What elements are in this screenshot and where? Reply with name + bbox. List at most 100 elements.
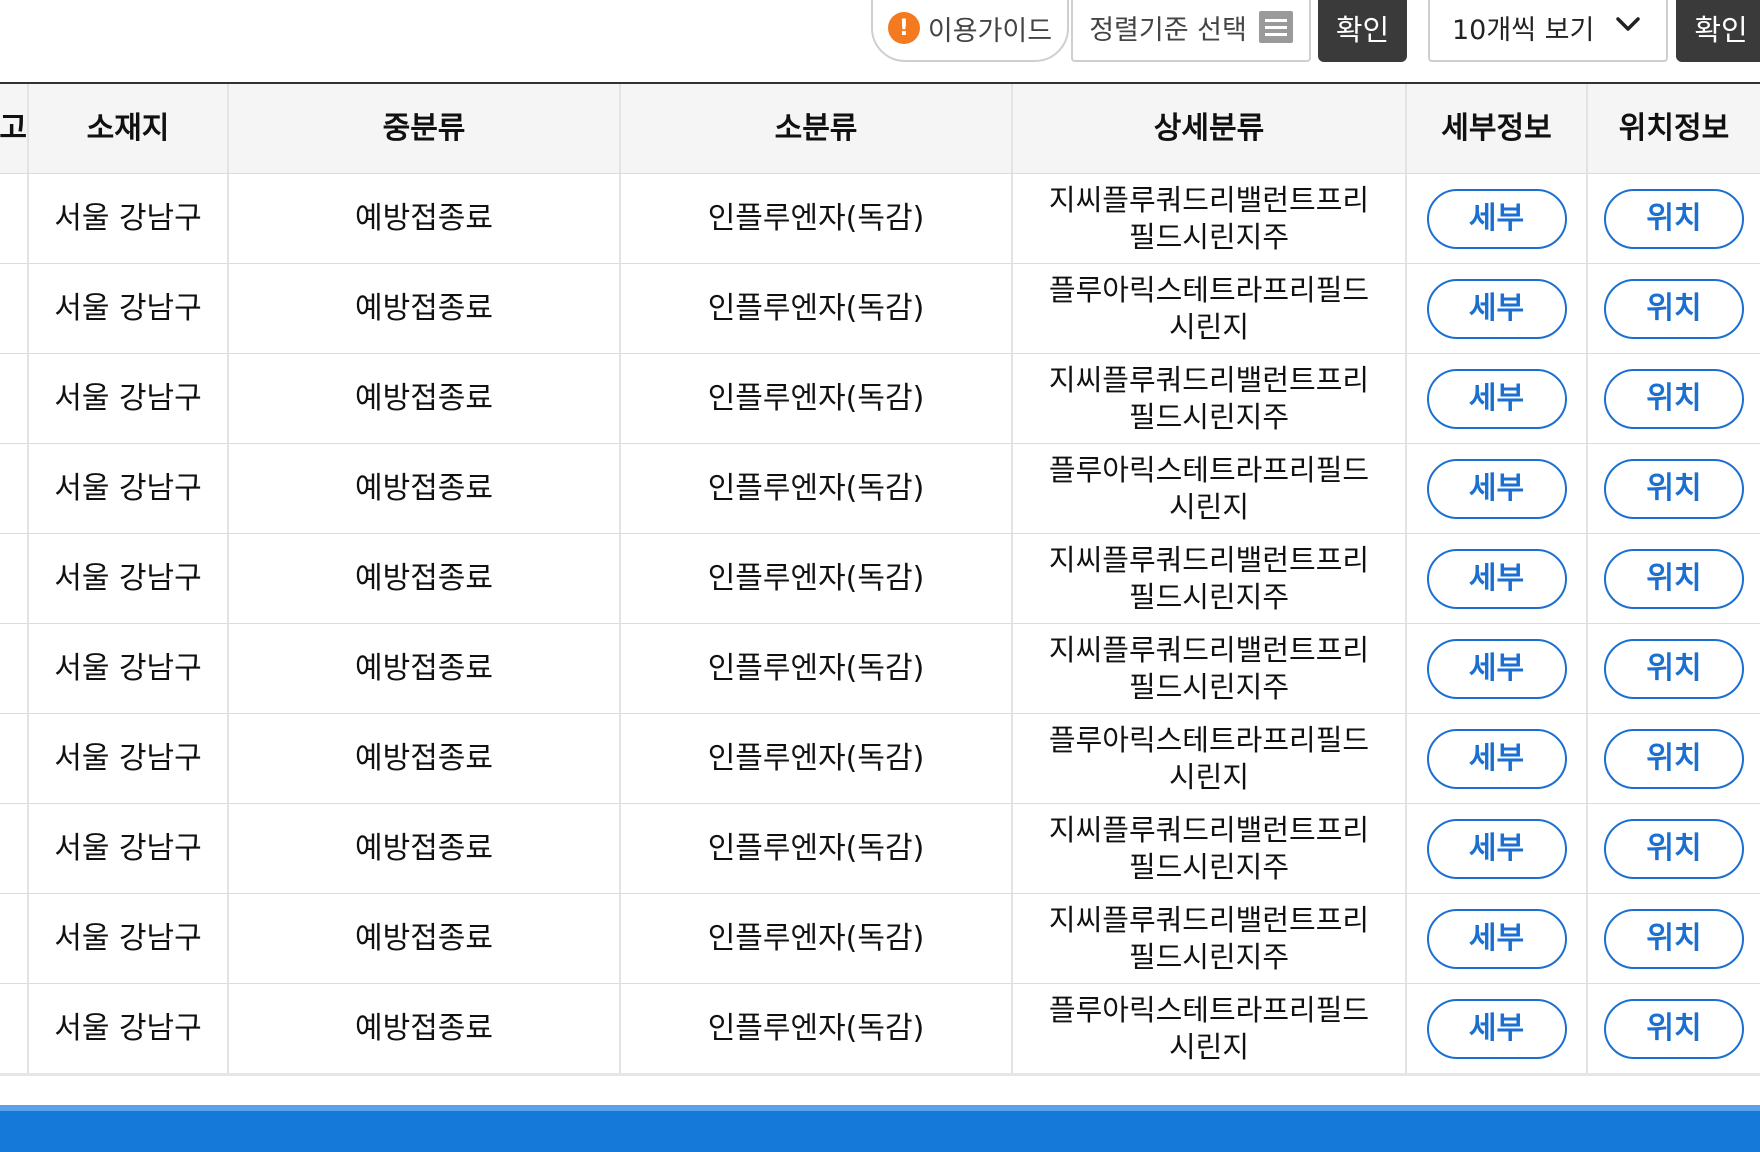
detail-category-line1: 지씨플루쿼드리밸런트프리	[1048, 182, 1370, 217]
detail-button[interactable]: 세부	[1426, 998, 1567, 1059]
location-cell: 서울 강남구	[27, 714, 227, 803]
location-info-cell: 위치	[1586, 984, 1760, 1073]
row-partial-cell	[0, 354, 27, 443]
mid-category-cell: 예방접종료	[227, 624, 619, 713]
detail-category-cell: 플루아릭스테트라프리필드 시린지	[1011, 444, 1405, 533]
mid-category-cell: 예방접종료	[227, 354, 619, 443]
detail-category-line1: 지씨플루쿼드리밸런트프리	[1048, 362, 1370, 397]
row-partial-cell	[0, 444, 27, 533]
location-button[interactable]: 위치	[1604, 548, 1744, 609]
detail-category-line2: 필드시린지주	[1128, 579, 1290, 614]
detail-button[interactable]: 세부	[1426, 368, 1567, 429]
table-row: 서울 강남구 예방접종료 인플루엔자(독감) 플루아릭스테트라프리필드 시린지 세부 위치	[0, 264, 1760, 354]
location-cell: 서울 강남구	[27, 444, 227, 533]
header-partial: 고	[0, 110, 27, 146]
table-body: 서울 강남구 예방접종료 인플루엔자(독감) 지씨플루쿼드리밸런트프리 필드시린지주 세부…	[0, 174, 1760, 1074]
row-partial-cell	[0, 804, 27, 893]
detail-info-cell: 세부	[1405, 534, 1586, 623]
sub-category-cell: 인플루엔자(독감)	[619, 714, 1011, 803]
table-row: 서울 강남구 예방접종료 인플루엔자(독감) 지씨플루쿼드리밸런트프리 필드시린지주 세부…	[0, 354, 1760, 444]
detail-category-line2: 필드시린지주	[1128, 399, 1290, 434]
header-location: 소재지	[27, 84, 227, 173]
detail-button[interactable]: 세부	[1426, 638, 1567, 699]
footer-bar	[0, 1105, 1760, 1152]
row-partial-cell	[0, 264, 27, 353]
location-info-cell: 위치	[1586, 534, 1760, 623]
table-row: 서울 강남구 예방접종료 인플루엔자(독감) 지씨플루쿼드리밸런트프리 필드시린지주 세부…	[0, 534, 1760, 624]
location-info-cell: 위치	[1586, 714, 1760, 803]
per-page-confirm-button[interactable]: 확인	[1676, 0, 1760, 62]
detail-button[interactable]: 세부	[1426, 818, 1567, 879]
per-page-select[interactable]: 10개씩 보기	[1428, 0, 1668, 62]
sub-category-cell: 인플루엔자(독감)	[619, 264, 1011, 353]
location-button[interactable]: 위치	[1604, 998, 1744, 1059]
header-mid-category: 중분류	[227, 84, 619, 173]
location-cell: 서울 강남구	[27, 804, 227, 893]
usage-guide-button[interactable]: ! 이용가이드	[871, 0, 1069, 62]
location-button[interactable]: 위치	[1604, 278, 1744, 339]
detail-category-line2: 시린지	[1168, 489, 1250, 524]
sub-category-cell: 인플루엔자(독감)	[619, 174, 1011, 263]
location-cell: 서울 강남구	[27, 894, 227, 983]
location-info-cell: 위치	[1586, 444, 1760, 533]
location-button[interactable]: 위치	[1604, 638, 1744, 699]
location-info-cell: 위치	[1586, 264, 1760, 353]
usage-guide-label: 이용가이드	[927, 15, 1053, 47]
detail-category-line2: 필드시린지주	[1128, 939, 1290, 974]
sort-select[interactable]: 정렬기준 선택	[1071, 0, 1311, 62]
detail-category-cell: 지씨플루쿼드리밸런트프리 필드시린지주	[1011, 534, 1405, 623]
toolbar: ! 이용가이드 정렬기준 선택 확인 10개씩 보기 확인	[0, 0, 1760, 82]
per-page-value: 10개씩 보기	[1452, 14, 1595, 46]
location-button[interactable]: 위치	[1604, 188, 1744, 249]
detail-info-cell: 세부	[1405, 894, 1586, 983]
detail-info-cell: 세부	[1405, 174, 1586, 263]
detail-category-line2: 필드시린지주	[1128, 669, 1290, 704]
detail-info-cell: 세부	[1405, 714, 1586, 803]
detail-category-cell: 플루아릭스테트라프리필드 시린지	[1011, 984, 1405, 1073]
detail-category-line1: 플루아릭스테트라프리필드	[1048, 272, 1370, 307]
detail-category-line1: 지씨플루쿼드리밸런트프리	[1048, 542, 1370, 577]
sort-select-label: 정렬기준 선택	[1089, 14, 1247, 46]
table-row: 서울 강남구 예방접종료 인플루엔자(독감) 플루아릭스테트라프리필드 시린지 세부 위치	[0, 984, 1760, 1074]
detail-category-line1: 지씨플루쿼드리밸런트프리	[1048, 902, 1370, 937]
location-button[interactable]: 위치	[1604, 818, 1744, 879]
sort-confirm-button[interactable]: 확인	[1318, 0, 1407, 62]
location-cell: 서울 강남구	[27, 624, 227, 713]
detail-info-cell: 세부	[1405, 264, 1586, 353]
detail-info-cell: 세부	[1405, 444, 1586, 533]
header-detail-category: 상세분류	[1011, 84, 1405, 173]
results-table: 고 소재지 중분류 소분류 상세분류 세부정보 위치정보 서울 강남구 예방접종료…	[0, 82, 1760, 1074]
location-info-cell: 위치	[1586, 624, 1760, 713]
location-info-cell: 위치	[1586, 354, 1760, 443]
detail-category-cell: 지씨플루쿼드리밸런트프리 필드시린지주	[1011, 804, 1405, 893]
mid-category-cell: 예방접종료	[227, 984, 619, 1073]
detail-category-line2: 시린지	[1168, 759, 1250, 794]
location-cell: 서울 강남구	[27, 264, 227, 353]
detail-category-line1: 플루아릭스테트라프리필드	[1048, 452, 1370, 487]
location-button[interactable]: 위치	[1604, 368, 1744, 429]
mid-category-cell: 예방접종료	[227, 534, 619, 623]
detail-category-cell: 지씨플루쿼드리밸런트프리 필드시린지주	[1011, 354, 1405, 443]
detail-button[interactable]: 세부	[1426, 458, 1567, 519]
sub-category-cell: 인플루엔자(독감)	[619, 444, 1011, 533]
mid-category-cell: 예방접종료	[227, 444, 619, 533]
row-partial-cell	[0, 624, 27, 713]
detail-category-cell: 지씨플루쿼드리밸런트프리 필드시린지주	[1011, 894, 1405, 983]
table-row: 서울 강남구 예방접종료 인플루엔자(독감) 플루아릭스테트라프리필드 시린지 세부 위치	[0, 444, 1760, 534]
location-info-cell: 위치	[1586, 804, 1760, 893]
sub-category-cell: 인플루엔자(독감)	[619, 984, 1011, 1073]
detail-button[interactable]: 세부	[1426, 188, 1567, 249]
detail-category-line2: 필드시린지주	[1128, 849, 1290, 884]
location-button[interactable]: 위치	[1604, 728, 1744, 789]
sub-category-cell: 인플루엔자(독감)	[619, 894, 1011, 983]
location-button[interactable]: 위치	[1604, 458, 1744, 519]
warning-icon: !	[887, 12, 920, 44]
detail-button[interactable]: 세부	[1426, 548, 1567, 609]
detail-category-line2: 시린지	[1168, 309, 1250, 344]
detail-button[interactable]: 세부	[1426, 908, 1567, 969]
detail-button[interactable]: 세부	[1426, 278, 1567, 339]
table-row: 서울 강남구 예방접종료 인플루엔자(독감) 지씨플루쿼드리밸런트프리 필드시린지주 세부…	[0, 624, 1760, 714]
detail-button[interactable]: 세부	[1426, 728, 1567, 789]
location-button[interactable]: 위치	[1604, 908, 1744, 969]
header-detail-info: 세부정보	[1405, 84, 1586, 173]
